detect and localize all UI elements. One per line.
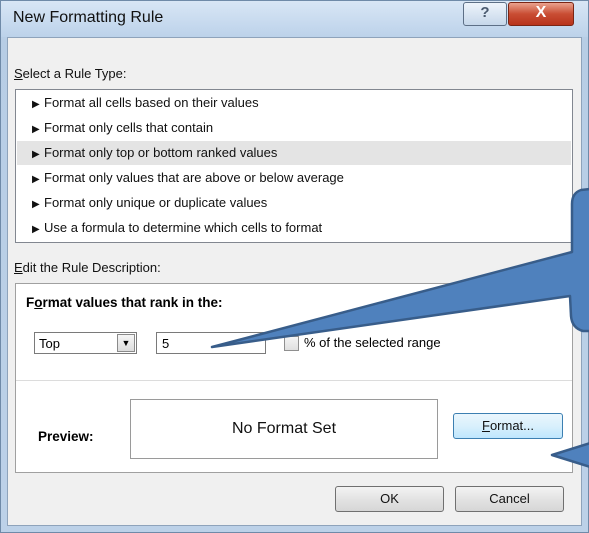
callout-bubble <box>210 187 589 349</box>
callout-pointer-format <box>550 442 589 468</box>
callout-annotation <box>210 187 589 468</box>
